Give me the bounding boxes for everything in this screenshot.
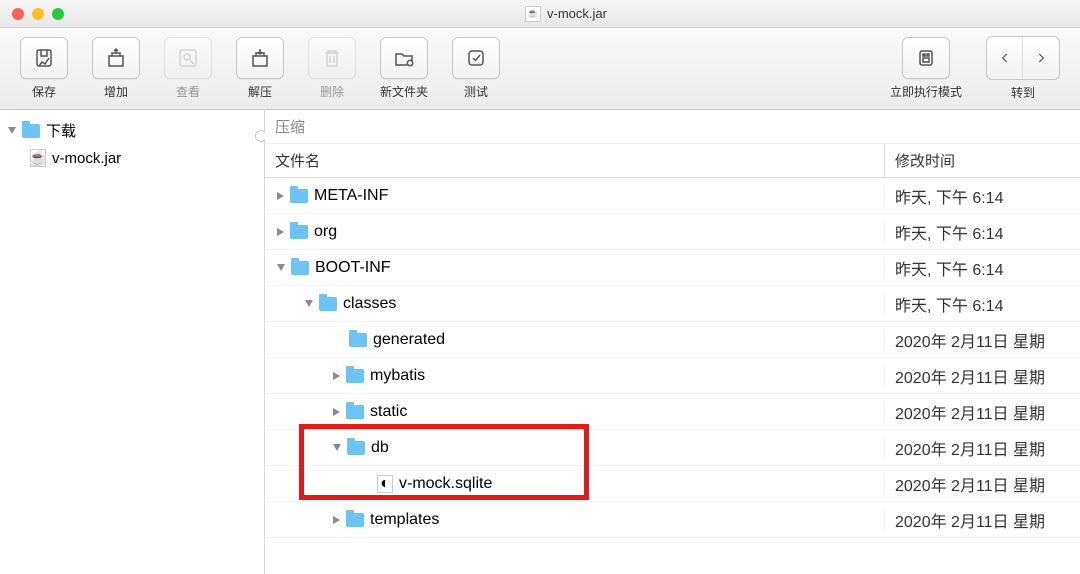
save-icon (32, 46, 56, 70)
nav-forward-button[interactable] (1023, 37, 1059, 79)
test-icon (464, 46, 488, 70)
tree-row-date: 2020年 2月11日 星期 (885, 328, 1080, 352)
minimize-window-button[interactable] (32, 8, 44, 20)
tree-row-label: static (370, 403, 407, 421)
tree-row[interactable]: mybatis 2020年 2月11日 星期 (265, 358, 1080, 394)
exec-icon (914, 46, 938, 70)
tree-row[interactable]: org 昨天, 下午 6:14 (265, 214, 1080, 250)
columns-header: 文件名 修改时间 (265, 144, 1080, 178)
column-date-header[interactable]: 修改时间 (885, 144, 1080, 177)
folder-icon (319, 297, 337, 311)
folder-icon (347, 441, 365, 455)
tree-row[interactable]: static 2020年 2月11日 星期 (265, 394, 1080, 430)
tree-row[interactable]: classes 昨天, 下午 6:14 (265, 286, 1080, 322)
sidebar-item-vmock-jar[interactable]: ☕ v-mock.jar (0, 145, 264, 171)
folder-icon (291, 261, 309, 275)
maximize-window-button[interactable] (52, 8, 64, 20)
sidebar: 下载 ☕ v-mock.jar (0, 110, 265, 574)
close-window-button[interactable] (12, 8, 24, 20)
tree-row[interactable]: ◐ v-mock.sqlite 2020年 2月11日 星期 (265, 466, 1080, 502)
main-panel: 压缩 文件名 修改时间 META-INF 昨天, 下午 6:14 org 昨天, 下午… (265, 110, 1080, 574)
tree-row-label: templates (370, 511, 439, 529)
disclosure-triangle-icon[interactable] (333, 516, 340, 524)
tree-row[interactable]: templates 2020年 2月11日 星期 (265, 502, 1080, 538)
disclosure-triangle-icon[interactable] (333, 408, 340, 416)
nav-back-button[interactable] (987, 37, 1023, 79)
tree-row[interactable]: generated 2020年 2月11日 星期 (265, 322, 1080, 358)
breadcrumb[interactable]: 压缩 (265, 110, 1080, 144)
disclosure-triangle-icon[interactable] (277, 228, 284, 236)
view-icon (176, 46, 200, 70)
new-folder-button[interactable]: 新文件夹 (368, 33, 440, 104)
tree-row-label: META-INF (314, 187, 388, 205)
tree-row-label: v-mock.sqlite (399, 475, 492, 493)
tree-row[interactable]: META-INF 昨天, 下午 6:14 (265, 178, 1080, 214)
tree-row-label: classes (343, 295, 396, 313)
jar-icon: ☕ (525, 6, 541, 22)
extract-icon (248, 46, 272, 70)
file-icon: ◐ (377, 475, 393, 493)
save-button[interactable]: 保存 (8, 33, 80, 104)
folder-icon (290, 225, 308, 239)
toolbar: 保存 增加 查看 解压 删除 新文件夹 测试 立即执行模式 转到 (0, 28, 1080, 110)
tree-row-date: 昨天, 下午 6:14 (885, 292, 1080, 316)
add-icon (104, 46, 128, 70)
add-button[interactable]: 增加 (80, 33, 152, 104)
traffic-lights (12, 8, 64, 20)
tree-row-date: 2020年 2月11日 星期 (885, 472, 1080, 496)
tree-row-date: 2020年 2月11日 星期 (885, 436, 1080, 460)
tree-row-label: mybatis (370, 367, 425, 385)
extract-button[interactable]: 解压 (224, 33, 296, 104)
tree-row[interactable]: db 2020年 2月11日 星期 (265, 430, 1080, 466)
disclosure-triangle-icon[interactable] (333, 372, 340, 380)
chevron-right-icon (1034, 51, 1048, 65)
tree-row-date: 2020年 2月11日 星期 (885, 508, 1080, 532)
tree-row-label: org (314, 223, 337, 241)
tree-row-date: 2020年 2月11日 星期 (885, 364, 1080, 388)
tree-row[interactable]: BOOT-INF 昨天, 下午 6:14 (265, 250, 1080, 286)
disclosure-triangle-icon[interactable] (333, 444, 341, 451)
tree-row-label: db (371, 439, 389, 457)
window-title-text: v-mock.jar (547, 6, 607, 21)
disclosure-triangle-icon[interactable] (277, 192, 284, 200)
tree-row-date: 昨天, 下午 6:14 (885, 184, 1080, 208)
disclosure-triangle-icon[interactable] (277, 264, 285, 271)
folder-icon (346, 513, 364, 527)
folder-icon (346, 405, 364, 419)
column-name-header[interactable]: 文件名 (265, 144, 885, 177)
tree-row-date: 昨天, 下午 6:14 (885, 256, 1080, 280)
folder-icon (290, 189, 308, 203)
test-button[interactable]: 测试 (440, 33, 512, 104)
file-tree: META-INF昨天, 下午 6:14org昨天, 下午 6:14BOOT-IN… (265, 178, 1080, 574)
tree-row-date: 昨天, 下午 6:14 (885, 220, 1080, 244)
disclosure-triangle-icon[interactable] (305, 300, 313, 307)
titlebar: ☕ v-mock.jar (0, 0, 1080, 28)
exec-mode-button[interactable]: 立即执行模式 (878, 33, 974, 104)
tree-row-label: BOOT-INF (315, 259, 391, 277)
delete-button: 删除 (296, 33, 368, 104)
goto-group: 转到 (974, 32, 1072, 105)
delete-icon (320, 46, 344, 70)
folder-icon (349, 333, 367, 347)
folder-icon (22, 124, 40, 138)
tree-row-date: 2020年 2月11日 星期 (885, 400, 1080, 424)
sidebar-item-label: 下载 (46, 120, 76, 141)
view-button: 查看 (152, 33, 224, 104)
window-title: ☕ v-mock.jar (64, 6, 1068, 22)
chevron-left-icon (998, 51, 1012, 65)
sidebar-item-downloads[interactable]: 下载 (0, 116, 264, 145)
jar-file-icon: ☕ (30, 149, 46, 167)
new-folder-icon (392, 46, 416, 70)
sidebar-item-label: v-mock.jar (52, 150, 121, 167)
folder-icon (346, 369, 364, 383)
tree-row-label: generated (373, 331, 445, 349)
disclosure-triangle-icon[interactable] (8, 127, 16, 134)
